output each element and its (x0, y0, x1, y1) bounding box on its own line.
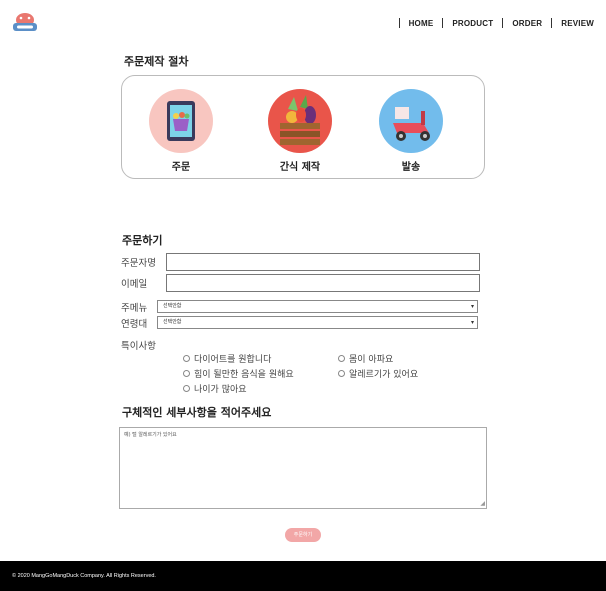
age-label: 연령대 (121, 319, 148, 330)
submit-order-button[interactable]: 주문하기 (285, 528, 321, 542)
name-label: 주문자명 (121, 258, 156, 269)
chevron-down-icon: ▾ (470, 303, 474, 310)
nav-divider (442, 18, 444, 28)
menu-select-value: 선택안함 (163, 303, 182, 309)
process-step-ship: 발송 (361, 89, 461, 173)
special-label: 특이사항 (121, 341, 156, 352)
step-label: 주문 (171, 162, 191, 173)
option-label: 나이가 많아요 (194, 385, 247, 395)
radio-button[interactable] (338, 370, 345, 377)
radio-button[interactable] (338, 355, 345, 362)
step-label: 간식 제작 (279, 162, 321, 173)
option-sick[interactable]: 몸이 아파요 (338, 352, 393, 365)
scooter-icon (379, 89, 443, 153)
email-field[interactable] (166, 274, 480, 292)
nav-home[interactable]: HOME (409, 19, 434, 28)
nav-product[interactable]: PRODUCT (452, 19, 493, 28)
option-label: 몸이 아파요 (349, 355, 394, 365)
option-label: 힘이 될만한 음식을 원해요 (194, 370, 294, 380)
nav-divider (502, 18, 504, 28)
process-panel: 주문 간식 제작 발송 (121, 75, 485, 179)
copyright-text: © 2020 MangGoMangDuck Company. All Right… (12, 573, 156, 579)
detail-textarea[interactable]: 예) 털 알레르기가 있어요 ◢ (119, 427, 487, 509)
top-nav: HOME PRODUCT ORDER REVIEW (390, 18, 594, 28)
option-energy[interactable]: 힘이 될만한 음식을 원해요 (183, 367, 294, 380)
step-label: 발송 (401, 162, 421, 173)
menu-label: 주메뉴 (121, 303, 148, 314)
radio-button[interactable] (183, 385, 190, 392)
vegetable-crate-icon (268, 89, 332, 153)
option-old-age[interactable]: 나이가 많아요 (183, 382, 247, 395)
option-label: 다이어트를 원합니다 (194, 355, 272, 365)
process-step-order: 주문 (131, 89, 231, 173)
process-step-make: 간식 제작 (250, 89, 350, 173)
order-title: 주문하기 (122, 234, 163, 247)
option-label: 알레르기가 있어요 (349, 370, 419, 380)
brand-logo[interactable] (12, 11, 38, 33)
option-diet[interactable]: 다이어트를 원합니다 (183, 352, 271, 365)
process-title: 주문제작 절차 (124, 55, 189, 68)
nav-divider (551, 18, 553, 28)
radio-button[interactable] (183, 355, 190, 362)
menu-select[interactable]: 선택안함 ▾ (157, 300, 478, 313)
nav-review[interactable]: REVIEW (561, 19, 594, 28)
nav-order[interactable]: ORDER (512, 19, 542, 28)
pet-bowl-logo-icon (13, 13, 37, 31)
age-select[interactable]: 선택안함 ▾ (157, 316, 478, 329)
chevron-down-icon: ▾ (470, 319, 474, 326)
tablet-basket-icon (149, 89, 213, 153)
age-select-value: 선택안함 (163, 319, 182, 325)
option-allergy[interactable]: 알레르기가 있어요 (338, 367, 418, 380)
resize-handle-icon[interactable]: ◢ (480, 500, 485, 507)
detail-placeholder: 예) 털 알레르기가 있어요 (124, 432, 177, 438)
nav-divider (398, 18, 400, 28)
detail-title: 구체적인 세부사항을 적어주세요 (122, 406, 272, 419)
name-field[interactable] (166, 253, 480, 271)
email-label: 이메일 (121, 279, 148, 290)
radio-button[interactable] (183, 370, 190, 377)
